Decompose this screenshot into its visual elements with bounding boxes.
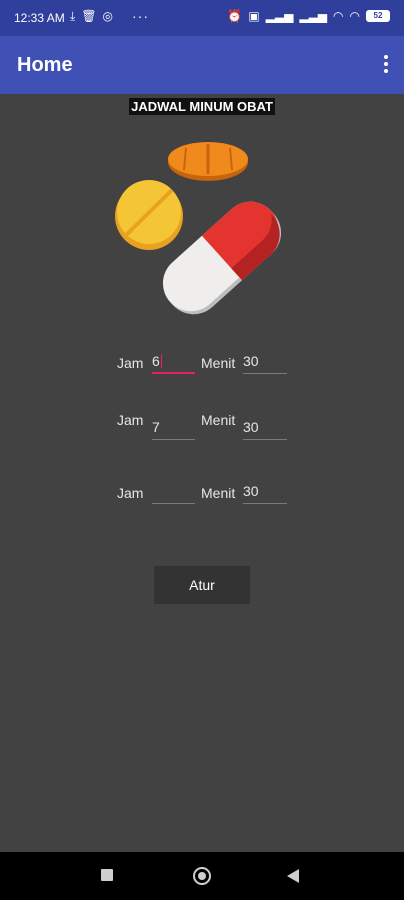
signal-icon: ▂▃▅ — [299, 9, 328, 23]
alarm-off-icon: ⏰ — [227, 9, 243, 23]
wifi-icon: ◠ — [333, 9, 344, 23]
page-title: Home — [17, 54, 73, 76]
instagram-icon: ◎ — [102, 9, 114, 23]
back-icon[interactable] — [287, 869, 299, 883]
navigation-bar — [0, 852, 404, 900]
menit-label: Menit — [201, 355, 236, 371]
trash-icon: 🗑 — [81, 9, 97, 23]
download-done-icon: ⤓ — [70, 9, 76, 23]
schedule-heading-text: JADWAL MINUM OBAT — [129, 98, 275, 115]
menit-input-1[interactable]: 30 — [243, 348, 287, 374]
app-bar: Home — [0, 36, 404, 94]
status-time: 12:33 AM — [14, 11, 65, 25]
pills-icon — [115, 142, 282, 315]
jam-label: Jam — [117, 485, 144, 501]
pills-illustration — [112, 140, 294, 320]
jam-input-3[interactable] — [152, 478, 195, 504]
schedule-heading: JADWAL MINUM OBAT — [0, 98, 404, 116]
status-bar: 12:33 AM ⤓ 🗑 ◎ ··· ⏰ ▣ ▂▃▅ ▂▃▅ ◠ ◠ 52 — [0, 0, 404, 36]
sim-icon: ▣ — [248, 9, 260, 23]
jam-input-2[interactable]: 7 — [152, 414, 195, 440]
battery-icon: 52 — [366, 10, 390, 22]
time-row-3: Jam Menit 30 — [0, 478, 404, 518]
signal-icon: ▂▃▅ — [265, 9, 294, 23]
more-vert-icon[interactable] — [382, 55, 390, 77]
recents-icon[interactable] — [101, 869, 113, 881]
jam-label: Jam — [117, 412, 144, 428]
menit-input-2[interactable]: 30 — [243, 414, 287, 440]
more-notifications-icon: ··· — [132, 8, 149, 24]
jam-label: Jam — [117, 355, 144, 371]
time-row-2: Jam 7 Menit 30 — [0, 410, 404, 450]
menit-label: Menit — [201, 485, 236, 501]
time-row-1: Jam 6 Menit 30 — [0, 348, 404, 388]
menit-label: Menit — [201, 412, 236, 428]
atur-button[interactable]: Atur — [154, 566, 250, 604]
menit-input-3[interactable]: 30 — [243, 478, 287, 504]
home-icon[interactable] — [193, 867, 211, 885]
jam-input-1[interactable]: 6 — [152, 348, 195, 374]
wifi-icon: ◠ — [349, 9, 360, 23]
